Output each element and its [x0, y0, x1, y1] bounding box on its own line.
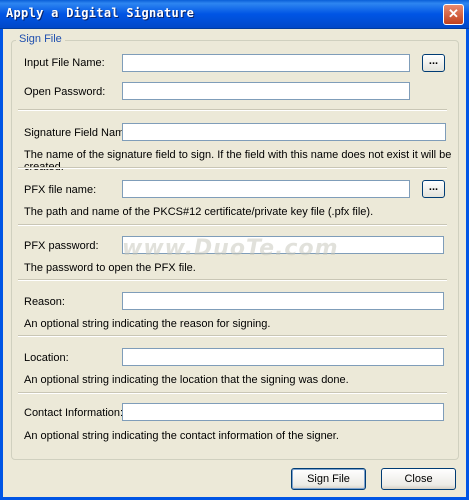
signature-field-label: Signature Field Name: — [24, 127, 134, 139]
sign-file-button[interactable]: Sign File — [291, 468, 366, 490]
pfx-file-browse-button[interactable]: ... — [422, 180, 445, 198]
separator — [18, 392, 447, 394]
pfx-file-description: The path and name of the PKCS#12 certifi… — [24, 206, 374, 218]
pfx-password-label: PFX password: — [24, 240, 99, 252]
close-button[interactable]: Close — [381, 468, 456, 490]
reason-description: An optional string indicating the reason… — [24, 318, 271, 330]
contact-label: Contact Information: — [24, 407, 124, 419]
separator — [18, 224, 447, 226]
input-file-browse-button[interactable]: ... — [422, 54, 445, 72]
reason-label: Reason: — [24, 296, 65, 308]
separator — [18, 109, 447, 111]
pfx-password-description: The password to open the PFX file. — [24, 262, 196, 274]
contact-field[interactable] — [122, 403, 444, 421]
watermark-text: www.DuoTe.com — [122, 236, 339, 261]
location-description: An optional string indicating the locati… — [24, 374, 349, 386]
group-label: Sign File — [16, 33, 65, 45]
input-file-field[interactable] — [122, 54, 410, 72]
title-bar[interactable]: Apply a Digital Signature ✕ — [0, 0, 469, 29]
open-password-label: Open Password: — [24, 86, 106, 98]
window-title: Apply a Digital Signature — [6, 6, 195, 20]
pfx-file-field[interactable] — [122, 180, 410, 198]
signature-field-input[interactable] — [122, 123, 446, 141]
window-close-button[interactable]: ✕ — [443, 4, 464, 25]
reason-field[interactable] — [122, 292, 444, 310]
signature-field-description: The name of the signature field to sign.… — [24, 149, 452, 173]
location-label: Location: — [24, 352, 69, 364]
input-file-label: Input File Name: — [24, 57, 105, 69]
pfx-file-label: PFX file name: — [24, 184, 97, 196]
separator — [18, 279, 447, 281]
separator — [18, 167, 447, 169]
location-field[interactable] — [122, 348, 444, 366]
contact-description: An optional string indicating the contac… — [24, 430, 339, 442]
separator — [18, 335, 447, 337]
open-password-field[interactable] — [122, 82, 410, 100]
